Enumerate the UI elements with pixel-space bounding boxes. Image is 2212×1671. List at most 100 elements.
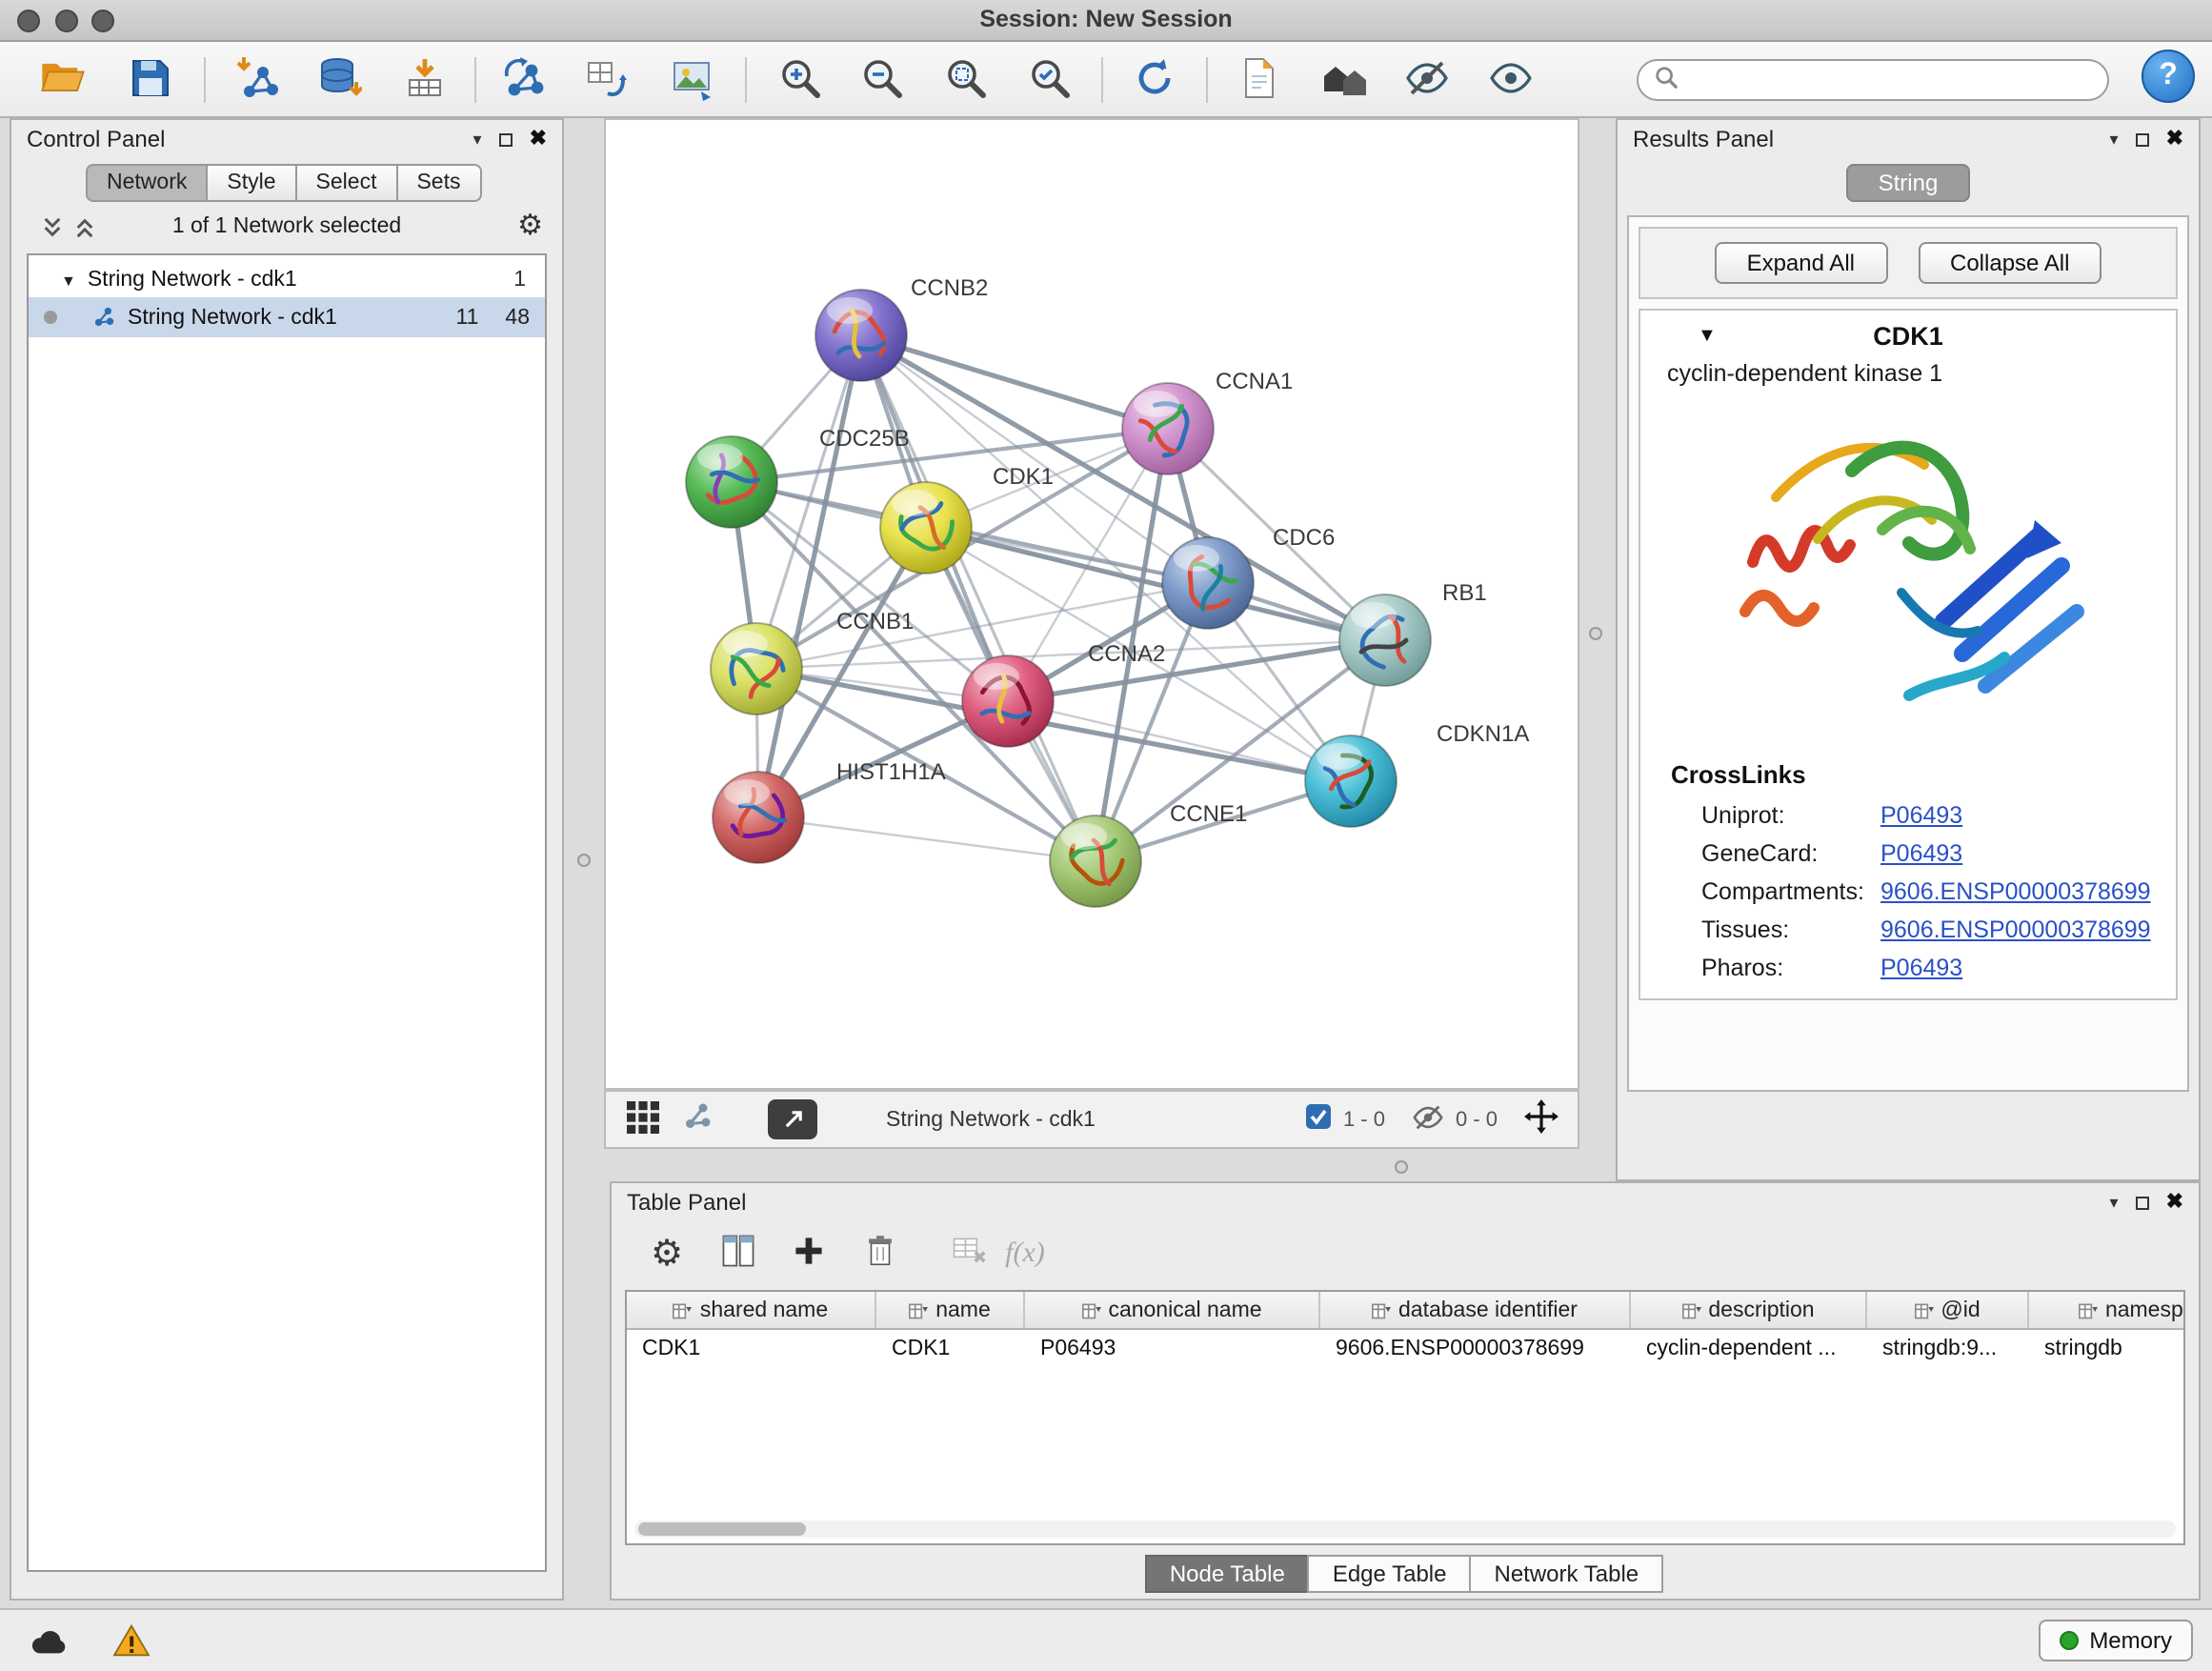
network-collection-row[interactable]: ▼ String Network - cdk1 1	[29, 255, 545, 297]
table-cell[interactable]: CDK1	[876, 1338, 1025, 1360]
scrollbar-thumb[interactable]	[638, 1522, 806, 1536]
apply-layout-button[interactable]	[1126, 51, 1183, 109]
table-horizontal-scrollbar[interactable]	[634, 1520, 2176, 1538]
zoom-fit-button[interactable]	[937, 51, 995, 109]
network-node-HIST1H1A[interactable]: HIST1H1A	[713, 759, 946, 863]
panel-float-icon[interactable]	[2136, 132, 2149, 146]
new-network-button[interactable]	[495, 51, 553, 109]
panel-collapse-icon[interactable]: ▾	[473, 131, 482, 148]
collapse-all-button[interactable]: Collapse All	[1918, 242, 2101, 284]
window-title: Session: New Session	[0, 0, 2212, 42]
delete-table-button[interactable]	[949, 1233, 991, 1275]
import-table-button[interactable]	[396, 51, 453, 109]
expand-all-button[interactable]: Expand All	[1715, 242, 1887, 284]
splitter-handle[interactable]	[1395, 1160, 1408, 1174]
table-cell[interactable]: P06493	[1025, 1338, 1320, 1360]
network-view-icon[interactable]	[680, 1099, 714, 1139]
network-node-CDK1[interactable]: CDK1	[880, 464, 1054, 574]
edge-CCNB2-HIST1H1A[interactable]	[758, 335, 861, 817]
delete-column-button[interactable]	[859, 1233, 901, 1275]
table-settings-button[interactable]: ⚙	[646, 1233, 688, 1275]
disclosure-triangle-icon[interactable]: ▼	[1698, 325, 1717, 346]
export-image-button[interactable]	[663, 51, 720, 109]
edge-CCNA2-CDKN1A[interactable]	[1008, 701, 1351, 781]
table-cell[interactable]: 9606.ENSP00000378699	[1320, 1338, 1631, 1360]
session-document-button[interactable]	[1231, 51, 1288, 109]
panel-close-icon[interactable]: ✖	[530, 129, 547, 150]
show-all-button[interactable]	[1482, 51, 1539, 109]
titlebar[interactable]: Session: New Session	[0, 0, 2212, 42]
network-node-CDKN1A[interactable]: CDKN1A	[1305, 721, 1529, 827]
network-from-table-button[interactable]	[577, 51, 634, 109]
edge-CCNB2-CCNA1[interactable]	[861, 335, 1168, 429]
network-row-selected[interactable]: String Network - cdk1 11 48	[29, 297, 545, 337]
tab-sets[interactable]: Sets	[395, 164, 481, 202]
protein-card-header[interactable]: ▼ CDK1	[1640, 311, 2176, 360]
open-session-button[interactable]	[34, 51, 91, 109]
warning-button[interactable]	[107, 1620, 156, 1661]
panel-collapse-icon[interactable]: ▾	[2110, 131, 2119, 148]
network-node-CCNE1[interactable]: CCNE1	[1050, 801, 1247, 907]
table-cell[interactable]: CDK1	[627, 1338, 876, 1360]
zoom-selected-button[interactable]	[1021, 51, 1078, 109]
pan-move-icon[interactable]	[1524, 1099, 1558, 1139]
selected-checkbox-icon[interactable]	[1305, 1103, 1332, 1136]
panel-close-icon[interactable]: ✖	[2166, 129, 2183, 150]
panel-float-icon[interactable]	[499, 132, 513, 146]
tab-node-table[interactable]: Node Table	[1145, 1555, 1310, 1593]
memory-button[interactable]: Memory	[2038, 1620, 2193, 1661]
help-button[interactable]: ?	[2142, 50, 2195, 103]
tab-edge-table[interactable]: Edge Table	[1308, 1555, 1472, 1593]
tab-select[interactable]: Select	[295, 164, 398, 202]
tab-string[interactable]: String	[1846, 164, 1971, 202]
table-row[interactable]: CDK1CDK1P064939606.ENSP00000378699cyclin…	[627, 1330, 2185, 1368]
column-header-canonical-name[interactable]: canonical name	[1025, 1292, 1320, 1328]
panel-float-icon[interactable]	[2136, 1196, 2149, 1209]
table-cell[interactable]: stringdb	[2029, 1338, 2185, 1360]
crosslink-link[interactable]: P06493	[1880, 840, 1962, 867]
search-box[interactable]	[1637, 59, 2109, 101]
column-header-description[interactable]: description	[1631, 1292, 1867, 1328]
splitter-handle[interactable]	[1589, 627, 1602, 640]
tab-network[interactable]: Network	[86, 164, 208, 202]
import-network-file-button[interactable]	[229, 51, 286, 109]
zoom-out-button[interactable]	[854, 51, 911, 109]
grid-view-icon[interactable]	[625, 1098, 661, 1140]
crosslink-link[interactable]: 9606.ENSP00000378699	[1880, 916, 2151, 943]
column-header-database-identifier[interactable]: database identifier	[1320, 1292, 1631, 1328]
search-input[interactable]	[1690, 69, 2092, 91]
panel-collapse-icon[interactable]: ▾	[2110, 1194, 2119, 1211]
splitter-handle[interactable]	[577, 854, 591, 867]
tab-network-table[interactable]: Network Table	[1470, 1555, 1664, 1593]
crosslink-link[interactable]: 9606.ENSP00000378699	[1880, 878, 2151, 905]
crosslink-link[interactable]: P06493	[1880, 955, 1962, 981]
create-column-button[interactable]	[787, 1233, 829, 1275]
crosslink-link[interactable]: P06493	[1880, 802, 1962, 829]
table-cell[interactable]: cyclin-dependent ...	[1631, 1338, 1867, 1360]
network-graph[interactable]: CCNB2CCNA1CDC25BCDK1CDC6RB1CCNB1CCNA2CDK…	[606, 120, 1581, 1092]
panel-close-icon[interactable]: ✖	[2166, 1192, 2183, 1213]
edge-HIST1H1A-CCNE1[interactable]	[758, 817, 1096, 861]
hide-selected-button[interactable]	[1398, 51, 1456, 109]
detach-view-button[interactable]	[768, 1099, 817, 1139]
hidden-eye-slash-icon[interactable]	[1412, 1100, 1444, 1138]
function-builder-button[interactable]: f(x)	[1004, 1233, 1046, 1275]
table-cell[interactable]: stringdb:9...	[1867, 1338, 2029, 1360]
import-network-database-button[interactable]	[311, 51, 368, 109]
cloud-button[interactable]	[23, 1620, 72, 1661]
gear-icon[interactable]: ⚙	[517, 208, 543, 242]
column-header-shared-name[interactable]: shared name	[627, 1292, 876, 1328]
column-header-namespac[interactable]: namespac	[2029, 1292, 2185, 1328]
network-canvas[interactable]: CCNB2CCNA1CDC25BCDK1CDC6RB1CCNB1CCNA2CDK…	[604, 118, 1579, 1090]
tab-style[interactable]: Style	[206, 164, 296, 202]
column-header-name[interactable]: name	[876, 1292, 1025, 1328]
disclosure-triangle-icon[interactable]: ▼	[61, 272, 76, 289]
show-columns-button[interactable]	[716, 1233, 758, 1275]
network-node-CDC6[interactable]: CDC6	[1162, 525, 1335, 629]
network-node-RB1[interactable]: RB1	[1339, 580, 1487, 686]
column-header--id[interactable]: @id	[1867, 1292, 2029, 1328]
save-session-button[interactable]	[122, 51, 179, 109]
zoom-in-button[interactable]	[772, 51, 829, 109]
network-node-CCNA1[interactable]: CCNA1	[1122, 369, 1293, 474]
welcome-screen-button[interactable]	[1317, 51, 1374, 109]
